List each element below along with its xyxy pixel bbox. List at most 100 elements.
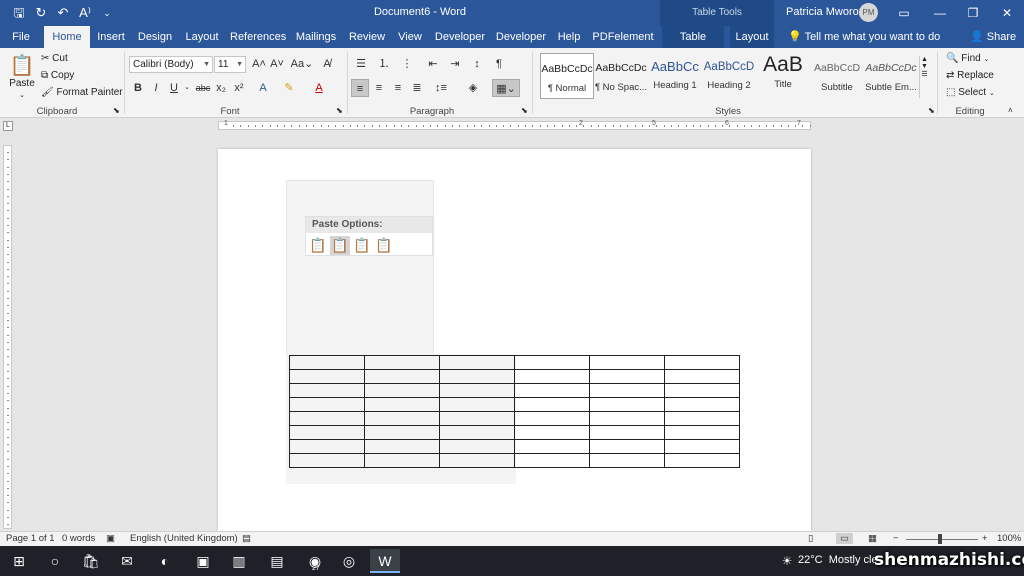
cut-button[interactable]: ✂ Cut — [41, 53, 68, 64]
horizontal-ruler[interactable]: 1 2 5 6 7 — [218, 120, 811, 130]
table-cell[interactable] — [364, 369, 440, 384]
bold-icon[interactable]: B — [129, 79, 147, 97]
style-subtle-emphasis[interactable]: AaBbCcDc Subtle Em... — [864, 53, 918, 99]
find-button[interactable]: 🔍 Find ⌄ — [946, 53, 989, 64]
replace-button[interactable]: ⇄ Replace — [946, 70, 994, 81]
user-name[interactable]: Patricia Mworozi — [786, 6, 867, 18]
proofing-icon[interactable]: ▣ — [106, 533, 115, 544]
word-icon[interactable]: W — [370, 549, 400, 573]
zoom-in-icon[interactable]: + — [982, 533, 988, 544]
table-cell[interactable] — [289, 439, 365, 454]
font-color-icon[interactable]: A — [310, 79, 328, 97]
avatar[interactable]: PM — [859, 3, 878, 22]
tab-mailings[interactable]: Mailings — [294, 26, 338, 48]
paragraph-launcher-icon[interactable]: ⬊ — [521, 106, 528, 115]
table-cell[interactable] — [439, 453, 515, 468]
change-case-icon[interactable]: Aa⌄ — [290, 55, 314, 73]
styles-gallery-scroll[interactable]: ▲ ▼ ☰ — [919, 56, 929, 98]
tab-review[interactable]: Review — [346, 26, 388, 48]
start-icon[interactable]: ⊞ — [4, 549, 34, 573]
table-cell[interactable] — [439, 383, 515, 398]
search-icon[interactable]: ○ — [40, 549, 70, 573]
share-button[interactable]: 👤 Share — [970, 26, 1016, 48]
table-cell[interactable] — [664, 411, 740, 426]
font-name-combo[interactable]: Calibri (Body) ▼ — [129, 56, 213, 73]
table-cell[interactable] — [439, 439, 515, 454]
table-cell[interactable] — [589, 369, 665, 384]
tab-insert[interactable]: Insert — [94, 26, 128, 48]
table-cell[interactable] — [664, 355, 740, 370]
table-row[interactable] — [289, 355, 740, 370]
numbering-icon[interactable]: ⒈ — [375, 55, 393, 73]
close-icon[interactable]: ✕ — [992, 3, 1022, 23]
table-cell[interactable] — [514, 425, 590, 440]
strikethrough-icon[interactable]: abc — [194, 79, 212, 97]
vertical-ruler[interactable] — [3, 145, 12, 529]
table-cell[interactable] — [364, 439, 440, 454]
table-row[interactable] — [289, 439, 740, 454]
styles-launcher-icon[interactable]: ⬊ — [928, 106, 935, 115]
table-cell[interactable] — [589, 439, 665, 454]
table-cell[interactable] — [589, 425, 665, 440]
shading-icon[interactable]: ◈ — [464, 79, 482, 97]
style-no-spacing[interactable]: AaBbCcDc ¶ No Spac... — [594, 53, 648, 99]
style-heading-2[interactable]: AaBbCcD Heading 2 — [702, 53, 756, 99]
store-icon[interactable]: 🛍 — [76, 549, 106, 573]
tab-layout[interactable]: Layout — [182, 26, 222, 48]
table-cell[interactable] — [289, 355, 365, 370]
page-count[interactable]: Page 1 of 1 — [6, 533, 55, 544]
copy-button[interactable]: ⧉ Copy — [41, 70, 74, 81]
mail-icon[interactable]: ✉ — [112, 549, 142, 573]
font-launcher-icon[interactable]: ⬊ — [336, 106, 343, 115]
save-icon[interactable]: 🖫 — [8, 4, 30, 22]
customize-qat-icon[interactable]: ⌄ — [96, 4, 118, 22]
edge-icon[interactable]: ◐ — [150, 549, 180, 573]
table-cell[interactable] — [664, 383, 740, 398]
accessibility-icon[interactable]: ▤ — [242, 533, 251, 544]
table-cell[interactable] — [364, 411, 440, 426]
show-formatting-icon[interactable]: ¶ — [490, 55, 508, 73]
tab-selector[interactable]: L — [3, 121, 13, 131]
decrease-indent-icon[interactable]: ⇤ — [424, 55, 442, 73]
subscript-icon[interactable]: x₂ — [212, 79, 230, 97]
tab-developer-2[interactable]: Developer — [494, 26, 548, 48]
align-right-icon[interactable]: ≡ — [389, 79, 407, 97]
table-cell[interactable] — [514, 411, 590, 426]
style-normal[interactable]: AaBbCcDc ¶ Normal — [540, 53, 594, 99]
table-row[interactable] — [289, 369, 740, 384]
table-cell[interactable] — [289, 369, 365, 384]
app-icon[interactable]: ▤ — [262, 549, 292, 573]
table-cell[interactable] — [439, 397, 515, 412]
align-left-icon[interactable]: ≡ — [351, 79, 369, 97]
table-cell[interactable] — [664, 453, 740, 468]
justify-icon[interactable]: ≣ — [408, 79, 426, 97]
read-mode-icon[interactable]: ▯ — [808, 533, 813, 544]
tab-table-layout[interactable]: Layout — [730, 26, 774, 48]
table-cell[interactable] — [514, 453, 590, 468]
language[interactable]: English (United Kingdom) — [130, 533, 238, 544]
table-cell[interactable] — [514, 383, 590, 398]
tab-pdfelement[interactable]: PDFelement — [592, 26, 654, 48]
format-painter-button[interactable]: 🖌 Format Painter — [41, 87, 123, 98]
tab-file[interactable]: File — [6, 26, 36, 48]
table-cell[interactable] — [514, 355, 590, 370]
bullets-icon[interactable]: ☰ — [352, 55, 370, 73]
zoom-slider[interactable] — [906, 539, 978, 540]
table-cell[interactable] — [589, 411, 665, 426]
weather-widget[interactable]: 22°C Mostly cle — [798, 554, 878, 566]
table-cell[interactable] — [664, 369, 740, 384]
font-size-combo[interactable]: 11 ▼ — [214, 56, 246, 73]
document-table[interactable] — [289, 355, 740, 468]
table-cell[interactable] — [364, 453, 440, 468]
paste-keep-source-icon[interactable]: 📋 — [308, 236, 328, 255]
table-row[interactable] — [289, 383, 740, 398]
table-cell[interactable] — [514, 369, 590, 384]
tab-table-design[interactable]: Table Design — [662, 26, 724, 65]
tab-developer[interactable]: Developer — [432, 26, 488, 48]
zoom-level[interactable]: 100% — [997, 533, 1021, 544]
style-subtitle[interactable]: AaBbCcD Subtitle — [810, 53, 864, 99]
superscript-icon[interactable]: x² — [230, 79, 248, 97]
paste-button[interactable]: 📋 Paste ⌄ — [9, 53, 35, 100]
table-row[interactable] — [289, 453, 740, 468]
align-center-icon[interactable]: ≡ — [370, 79, 388, 97]
